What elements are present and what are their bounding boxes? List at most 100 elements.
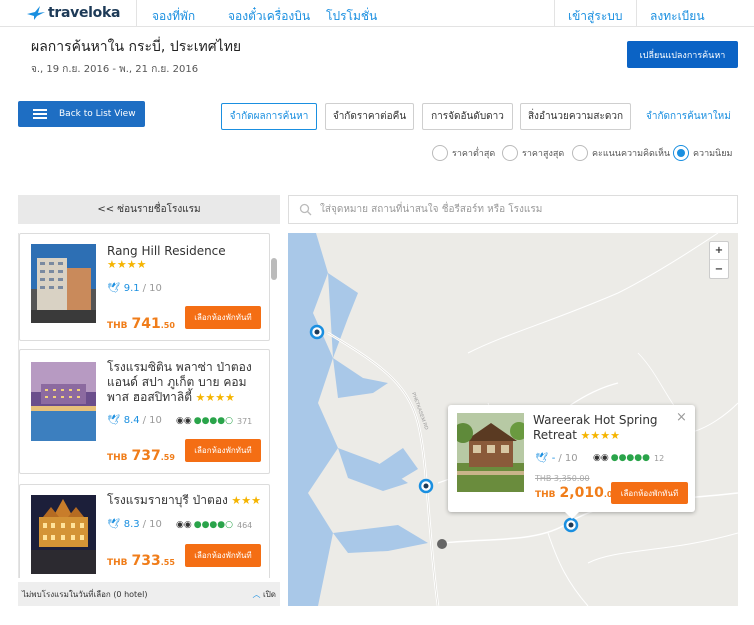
hotel-name[interactable]: โรงแรมรายาบุรี ป่าตอง ★★★ — [107, 493, 267, 508]
select-room-button[interactable]: เลือกห้องพักทันที — [185, 439, 261, 462]
hotel-name-text: โรงแรมรายาบุรี ป่าตอง — [107, 493, 228, 507]
star-rating: ★★★★ — [577, 429, 620, 442]
tripadvisor-dots: ●●●●○ — [193, 416, 233, 426]
sort-label: คะแนนความคิดเห็น — [592, 149, 671, 159]
original-price: THB 3,350.00 — [535, 474, 590, 483]
rating-score: 8.3 — [123, 519, 140, 530]
tripadvisor-owl-icon: ◉◉ — [176, 416, 192, 426]
price-value: 733 — [131, 553, 161, 569]
traveloka-logo[interactable]: traveloka — [26, 5, 120, 21]
star-rating: ★★★ — [227, 494, 261, 507]
tripadvisor-rating: ◉◉ ●●●●○ 371 — [176, 416, 252, 426]
nav-divider — [554, 0, 555, 27]
sort-highest-price-radio[interactable]: ราคาสูงสุด — [502, 145, 564, 161]
hotel-list[interactable]: Rang Hill Residence ★★★★ 🕊 9.1/ 10 THB 741… — [18, 233, 280, 578]
top-navbar: traveloka จองที่พัก จองตั๋วเครื่องบิน โป… — [0, 0, 754, 27]
filter-price-button[interactable]: จำกัดราคาต่อคืน — [325, 103, 414, 130]
star-rating: ★★★★ — [192, 391, 236, 404]
currency: THB — [107, 453, 128, 463]
hotel-photo — [31, 495, 96, 574]
back-to-list-label: Back to List View — [59, 109, 136, 119]
tripadvisor-owl-icon: ◉◉ — [593, 453, 609, 463]
login-link[interactable]: เข้าสู่ระบบ — [568, 7, 623, 26]
brand-name: traveloka — [48, 5, 121, 21]
nav-flights-link[interactable]: จองตั๋วเครื่องบิน — [228, 7, 310, 26]
no-result-bar: ไม่พบโรงแรมในวันที่เลือก (0 hotel) ︿ เปิ… — [18, 582, 280, 606]
hotel-photo — [457, 413, 524, 492]
zoom-out-button[interactable]: − — [710, 260, 728, 278]
hotel-price: THB 733.55 — [107, 553, 175, 569]
filter-facilities-button[interactable]: สิ่งอำนวยความสะดวก — [520, 103, 631, 130]
currency: THB — [535, 490, 556, 500]
hotel-name-text: Rang Hill Residence — [107, 244, 226, 258]
filter-stars-button[interactable]: การจัดอันดับดาว — [422, 103, 513, 130]
hotel-card[interactable]: Rang Hill Residence ★★★★ 🕊 9.1/ 10 THB 741… — [19, 233, 270, 341]
list-scrollbar[interactable] — [271, 258, 277, 280]
traveloka-rating: 🕊 9.1/ 10 — [107, 283, 162, 294]
hotel-name[interactable]: Rang Hill Residence — [107, 244, 267, 259]
open-toggle[interactable]: ︿ เปิด — [252, 588, 276, 601]
nav-hotels-link[interactable]: จองที่พัก — [152, 7, 195, 26]
rating-score: 9.1 — [123, 283, 140, 294]
bird-logo-icon — [27, 6, 45, 20]
sort-label: ความนิยม — [693, 149, 733, 159]
traveloka-bird-icon: 🕊 — [107, 519, 120, 530]
hide-hotel-list-button[interactable]: << ซ่อนรายชื่อโรงแรม — [18, 195, 280, 224]
nav-divider — [136, 0, 137, 27]
select-room-button[interactable]: เลือกห้องพักทันที — [185, 306, 261, 329]
review-count: 371 — [236, 416, 253, 426]
tripadvisor-dots: ●●●●● — [610, 453, 650, 463]
hotel-price: THB 737.59 — [107, 448, 175, 464]
filter-refine-button[interactable]: จำกัดผลการค้นหา — [221, 103, 317, 130]
rating-out-of: / 10 — [142, 519, 162, 530]
tripadvisor-dots: ●●●●○ — [193, 520, 233, 530]
sort-lowest-price-radio[interactable]: ราคาต่ำสุด — [432, 145, 495, 161]
rating-out-of: / 10 — [142, 415, 162, 426]
reset-filter-link[interactable]: จำกัดการค้นหาใหม่ — [646, 109, 731, 124]
rating-out-of: / 10 — [142, 283, 162, 294]
hotel-info-popup[interactable]: Wareerak Hot Spring Retreat ★★★★ × 🕊 -/ 1… — [448, 405, 695, 519]
tripadvisor-rating: ◉◉ ●●●●○ 464 — [176, 520, 252, 530]
tripadvisor-owl-icon: ◉◉ — [176, 520, 192, 530]
traveloka-rating: 🕊 8.4/ 10 — [107, 415, 162, 426]
zoom-in-button[interactable]: + — [710, 242, 728, 260]
popup-hotel-name[interactable]: Wareerak Hot Spring Retreat ★★★★ — [533, 413, 683, 443]
chevron-up-icon: ︿ — [252, 590, 261, 599]
hotel-card[interactable]: โรงแรมซิติน พลาซ่า ป่าตอง แอนด์ สปา ภูเก… — [19, 349, 270, 474]
search-placeholder: ใส่จุดหมาย สถานที่น่าสนใจ ชื่อรีสอร์ท หร… — [320, 204, 543, 215]
nav-promotions-link[interactable]: โปรโมชั่น — [326, 7, 377, 26]
traveloka-rating: 🕊 8.3/ 10 — [107, 519, 162, 530]
no-result-text: ไม่พบโรงแรมในวันที่เลือก (0 hotel) — [22, 589, 148, 599]
search-dates: จ., 19 ก.ย. 2016 - พ., 21 ก.ย. 2016 — [31, 64, 199, 75]
hotel-price: THB 741.50 — [107, 316, 175, 332]
traveloka-bird-icon: 🕊 — [535, 453, 548, 464]
back-to-list-button[interactable]: Back to List View — [18, 101, 145, 127]
hotel-price: THB2,010.00 — [535, 485, 618, 501]
price-value: 741 — [131, 316, 161, 332]
sort-review-score-radio[interactable]: คะแนนความคิดเห็น — [572, 145, 670, 161]
close-icon[interactable]: × — [676, 410, 687, 425]
hotel-photo — [31, 244, 96, 323]
change-search-button[interactable]: เปลี่ยนแปลงการค้นหา — [627, 41, 738, 68]
hotel-name[interactable]: โรงแรมซิติน พลาซ่า ป่าตอง แอนด์ สปา ภูเก… — [107, 360, 267, 405]
sort-popularity-radio[interactable]: ความนิยม — [673, 145, 732, 161]
radio-circle — [673, 145, 689, 161]
hotel-photo — [31, 362, 96, 441]
price-decimal: .59 — [160, 453, 175, 462]
sort-label: ราคาต่ำสุด — [452, 149, 496, 159]
open-label: เปิด — [262, 590, 276, 599]
review-count: 464 — [236, 520, 253, 530]
radio-circle — [572, 145, 588, 161]
traveloka-bird-icon: 🕊 — [107, 283, 120, 294]
select-room-button[interactable]: เลือกห้องพักทันที — [185, 544, 261, 567]
hotel-card[interactable]: โรงแรมรายาบุรี ป่าตอง ★★★ 🕊 8.3/ 10 ◉◉ ●●●… — [19, 484, 270, 578]
radio-circle — [432, 145, 448, 161]
map-zoom-control[interactable]: + − — [709, 241, 729, 279]
select-room-button[interactable]: เลือกห้องพักทันที — [611, 482, 688, 504]
price-value: 2,010 — [559, 485, 604, 501]
rating-score: - — [551, 453, 556, 464]
traveloka-rating: 🕊 -/ 10 — [535, 453, 578, 464]
register-link[interactable]: ลงทะเบียน — [650, 7, 705, 26]
star-rating: ★★★★ — [107, 258, 147, 271]
map-search-box[interactable]: ใส่จุดหมาย สถานที่น่าสนใจ ชื่อรีสอร์ท หร… — [288, 195, 738, 224]
